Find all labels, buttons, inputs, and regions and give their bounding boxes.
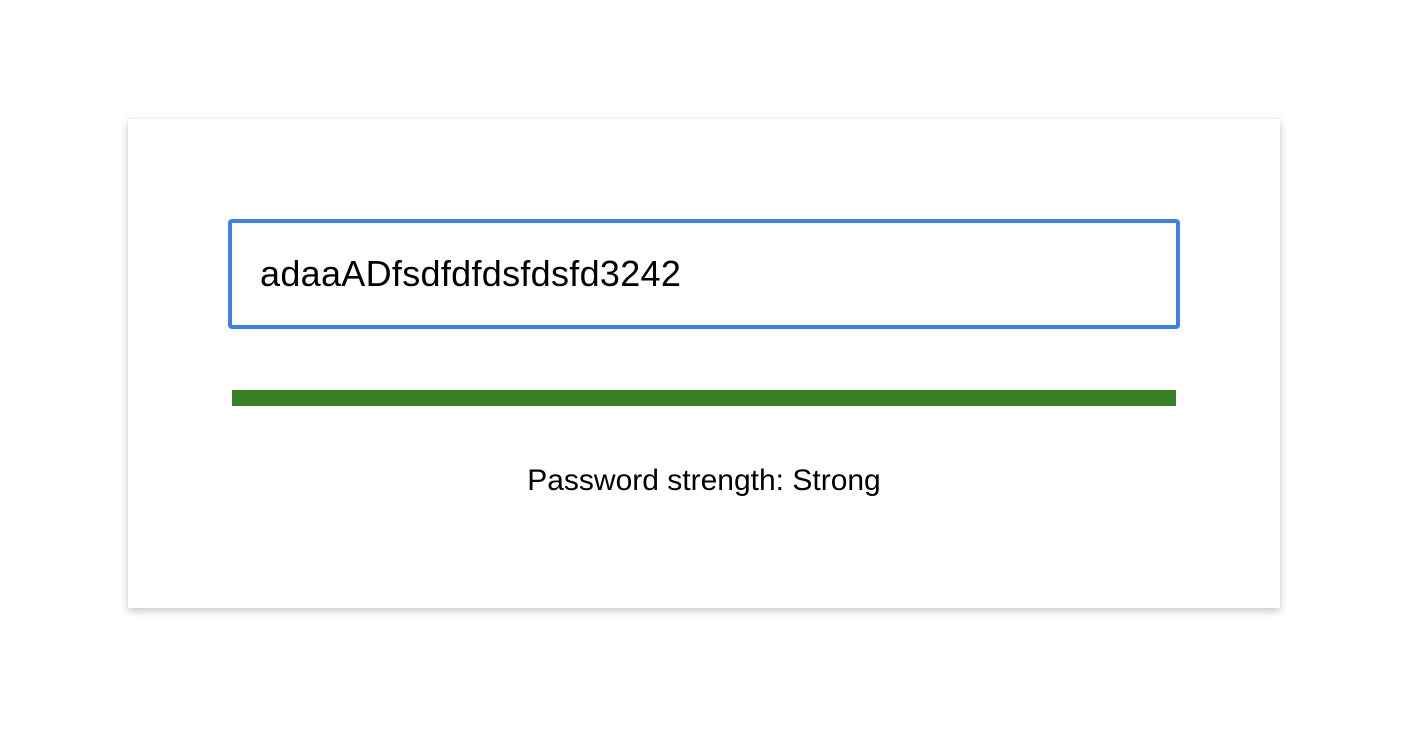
strength-label: Password strength: Strong <box>527 464 881 497</box>
strength-meter-fill <box>232 390 1176 406</box>
password-input[interactable] <box>228 219 1180 329</box>
password-card: Password strength: Strong <box>128 119 1280 608</box>
strength-meter <box>232 390 1176 406</box>
